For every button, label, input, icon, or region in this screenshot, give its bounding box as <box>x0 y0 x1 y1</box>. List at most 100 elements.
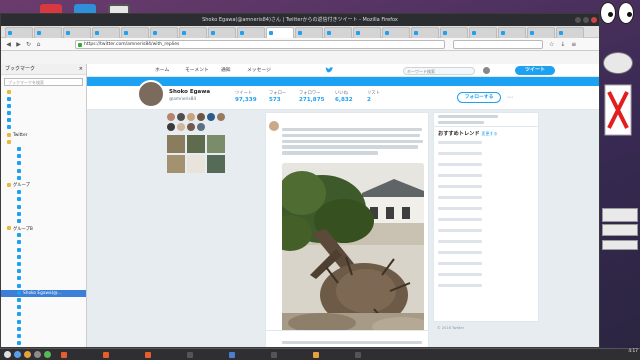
browser-tab[interactable] <box>353 27 381 38</box>
avatar[interactable] <box>177 123 185 131</box>
bookmark-item[interactable] <box>1 161 86 168</box>
desktop-widget-button[interactable] <box>603 52 633 74</box>
bookmark-item[interactable] <box>1 175 86 182</box>
stat-following[interactable]: フォロー 573 <box>269 90 299 103</box>
maximize-icon[interactable] <box>583 17 589 23</box>
bookmark-item[interactable] <box>1 147 86 154</box>
trend-item[interactable] <box>434 226 538 237</box>
browser-tab[interactable] <box>121 27 149 38</box>
avatar[interactable] <box>269 121 279 131</box>
trend-item[interactable] <box>434 237 538 248</box>
bookmark-folder[interactable]: Twitter <box>1 132 86 139</box>
close-icon[interactable] <box>591 17 597 23</box>
back-icon[interactable]: ◀ <box>5 41 12 48</box>
browser-tab[interactable] <box>498 27 526 38</box>
bookmark-item[interactable] <box>1 254 86 261</box>
nav-notifications[interactable]: 通知 <box>221 64 231 77</box>
stat-followers[interactable]: フォロワー 271,875 <box>299 90 329 103</box>
bookmark-search-input[interactable]: ブックマークを検索 <box>4 78 83 86</box>
twitter-bird-icon[interactable] <box>325 67 334 74</box>
bookmark-item[interactable] <box>1 190 86 197</box>
avatar[interactable] <box>187 123 195 131</box>
bookmark-item[interactable] <box>1 168 86 175</box>
trend-item[interactable] <box>434 149 538 160</box>
avatar[interactable] <box>197 113 205 121</box>
launcher-icon[interactable] <box>44 351 51 358</box>
url-bar[interactable]: https://twitter.com/amneris84/with_repli… <box>75 40 445 49</box>
nav-messages[interactable]: メッセージ <box>247 64 271 77</box>
toolbar-icons[interactable]: ☆ ↓ ≡ <box>549 41 578 48</box>
media-thumbnail[interactable] <box>167 135 185 153</box>
more-icon[interactable]: ⋯ <box>507 94 513 101</box>
tweet-button[interactable]: ツイート <box>515 66 555 75</box>
close-icon[interactable]: × <box>79 64 83 75</box>
media-thumbnail[interactable] <box>187 135 205 153</box>
bookmark-item[interactable] <box>1 125 86 132</box>
close-x-icon[interactable] <box>604 84 632 136</box>
media-thumbnail[interactable] <box>187 155 205 173</box>
tweet-card[interactable] <box>265 330 429 347</box>
bookmark-item[interactable] <box>1 233 86 240</box>
bookmark-item[interactable] <box>1 247 86 254</box>
bookmark-item[interactable] <box>1 96 86 103</box>
avatar[interactable] <box>207 113 215 121</box>
browser-tab[interactable] <box>179 27 207 38</box>
stat-tweets[interactable]: ツイート 97,339 <box>235 90 265 103</box>
nav-home[interactable]: ホーム <box>155 64 169 77</box>
profile-avatar[interactable] <box>137 80 165 108</box>
tweet-card[interactable] <box>265 112 429 347</box>
bookmark-item[interactable] <box>1 333 86 340</box>
avatar[interactable] <box>217 113 225 121</box>
trend-item[interactable] <box>434 193 538 204</box>
tweet-photo-fallen-tree[interactable] <box>282 163 424 343</box>
taskbar-window-button[interactable] <box>60 350 69 360</box>
bookmark-item[interactable] <box>1 305 86 312</box>
bookmark-item[interactable] <box>1 297 86 304</box>
taskbar-window-button[interactable] <box>312 350 321 360</box>
bookmark-folder[interactable] <box>1 89 86 96</box>
taskbar-window-button[interactable] <box>228 350 237 360</box>
follow-button[interactable]: フォローする <box>457 92 501 103</box>
bookmark-item[interactable] <box>1 341 86 347</box>
browser-tab[interactable] <box>295 27 323 38</box>
stat-likes[interactable]: いいね 6,832 <box>335 90 365 103</box>
taskbar-window-button[interactable] <box>102 350 111 360</box>
taskbar-window-button[interactable] <box>354 350 363 360</box>
browser-tab[interactable] <box>208 27 236 38</box>
launcher-icon[interactable] <box>14 351 21 358</box>
avatar[interactable] <box>197 123 205 131</box>
browser-tab[interactable] <box>469 27 497 38</box>
trends-change-link[interactable]: 変更する <box>482 131 498 136</box>
trend-item[interactable] <box>434 160 538 171</box>
taskbar-window-button[interactable] <box>186 350 195 360</box>
bookmark-item[interactable] <box>1 111 86 118</box>
bookmark-item[interactable] <box>1 211 86 218</box>
nav-moments[interactable]: モーメント <box>185 64 209 77</box>
bookmark-item[interactable] <box>1 154 86 161</box>
bookmark-item[interactable]: Shoko Egawa(@... <box>1 290 86 298</box>
forward-icon[interactable]: ▶ <box>15 41 22 48</box>
bookmark-item[interactable] <box>1 269 86 276</box>
browser-tab[interactable] <box>440 27 468 38</box>
browser-tab[interactable] <box>556 27 584 38</box>
clock[interactable]: 4:17 <box>600 349 638 355</box>
launcher-icon[interactable] <box>34 351 41 358</box>
media-thumbnail[interactable] <box>167 155 185 173</box>
browser-tab[interactable] <box>411 27 439 38</box>
avatar[interactable] <box>177 113 185 121</box>
trend-item[interactable] <box>434 281 538 292</box>
reload-icon[interactable]: ↻ <box>25 41 32 48</box>
taskbar-window-button[interactable] <box>144 350 153 360</box>
minimize-icon[interactable] <box>575 17 581 23</box>
bookmark-item[interactable] <box>1 326 86 333</box>
trend-item[interactable] <box>434 138 538 149</box>
bookmark-item[interactable] <box>1 103 86 110</box>
browser-tab[interactable] <box>150 27 178 38</box>
trend-item[interactable] <box>434 171 538 182</box>
browser-tab[interactable] <box>63 27 91 38</box>
browser-tab[interactable] <box>527 27 555 38</box>
launcher-icon[interactable] <box>24 351 31 358</box>
browser-tab[interactable] <box>92 27 120 38</box>
avatar[interactable] <box>167 113 175 121</box>
avatar[interactable] <box>167 123 175 131</box>
